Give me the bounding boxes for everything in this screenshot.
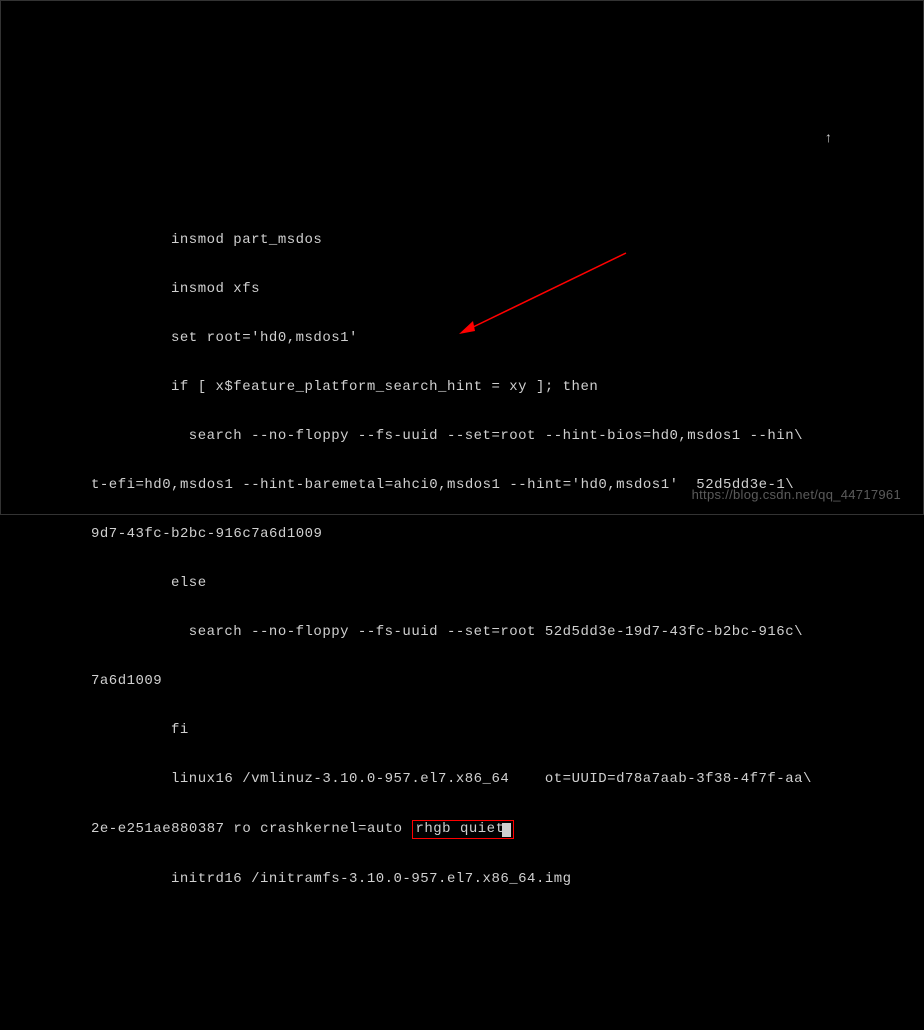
config-line: fi [21,722,903,739]
text-cursor [502,823,511,837]
scroll-up-indicator: ↑ [824,131,833,147]
watermark-text: https://blog.csdn.net/qq_44717961 [692,487,901,502]
config-line: search --no-floppy --fs-uuid --set=root … [21,624,903,641]
config-line: initrd16 /initramfs-3.10.0-957.el7.x86_6… [21,871,903,888]
config-line: if [ x$feature_platform_search_hint = xy… [21,379,903,396]
config-line: 9d7-43fc-b2bc-916c7a6d1009 [21,526,903,543]
config-line: insmod part_msdos [21,232,903,249]
config-line: insmod xfs [21,281,903,298]
rhgb-quiet-highlight: rhgb quiet [412,820,514,839]
config-line-kernel: linux16 /vmlinuz-3.10.0-957.el7.x86_64 o… [21,771,903,788]
grub-editor-terminal[interactable]: ↑ insmod part_msdos insmod xfs set root=… [1,1,923,1030]
config-line: search --no-floppy --fs-uuid --set=root … [21,428,903,445]
config-line: set root='hd0,msdos1' [21,330,903,347]
config-line: else [21,575,903,592]
config-line: 7a6d1009 [21,673,903,690]
config-line-kernel-args: 2e-e251ae880387 ro crashkernel=auto rhgb… [21,820,903,839]
